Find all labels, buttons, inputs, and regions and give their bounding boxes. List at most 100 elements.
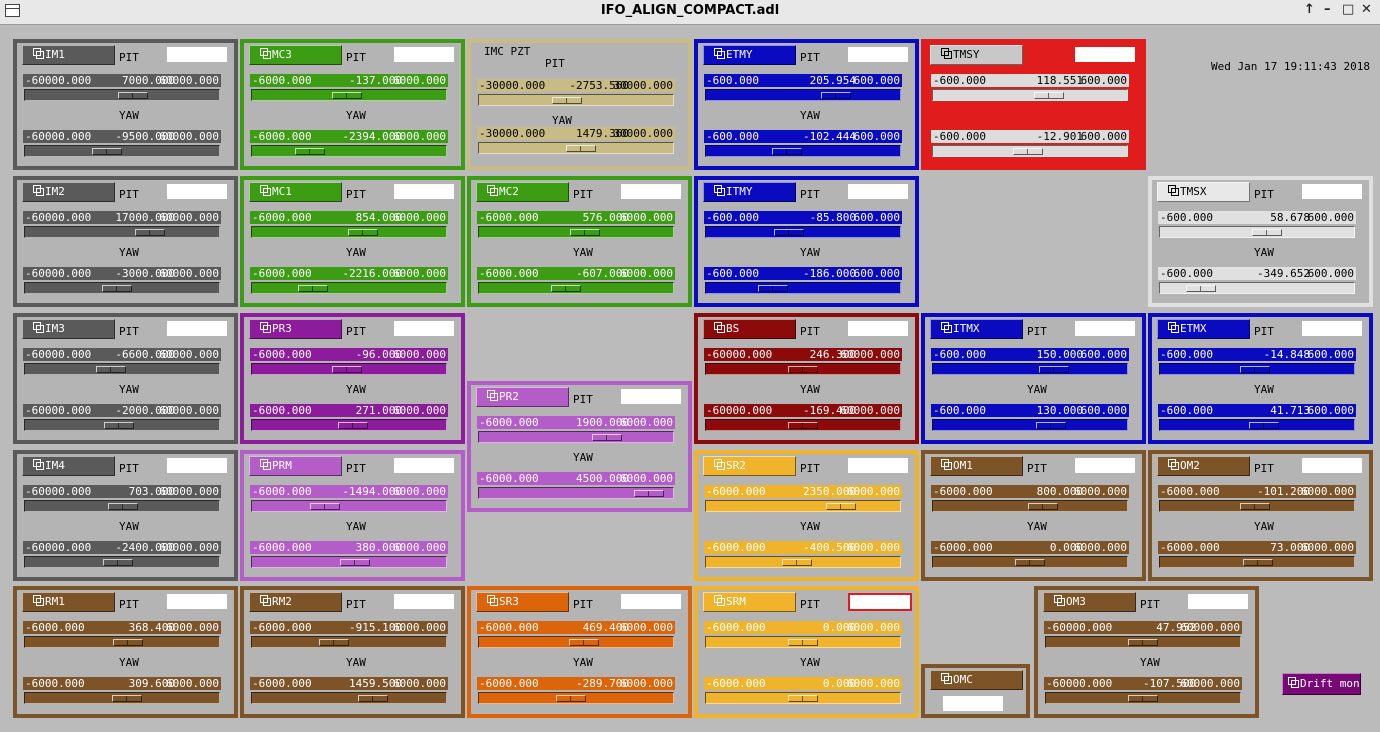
srm-pit-track[interactable] xyxy=(705,636,901,648)
srm-button[interactable]: SRM xyxy=(703,592,796,612)
om3-button[interactable]: OM3 xyxy=(1043,592,1136,612)
sr2-yaw-thumb[interactable] xyxy=(781,559,812,566)
im1-pit-thumb[interactable] xyxy=(118,92,149,99)
srm-yaw-thumb[interactable] xyxy=(788,695,818,702)
etmy-pit-track[interactable] xyxy=(705,89,901,101)
bs-pit-thumb[interactable] xyxy=(788,366,819,373)
im2-yaw-slider[interactable]: -60000.000 -3000.000 60000.000 xyxy=(23,267,221,294)
tmsx-pit-thumb[interactable] xyxy=(1251,229,1282,236)
mc1-button[interactable]: MC1 xyxy=(249,182,342,202)
pr3-pit-slider[interactable]: -6000.000 -96.000 6000.000 xyxy=(250,348,448,375)
im2-button[interactable]: IM2 xyxy=(22,182,115,202)
sr2-pit-thumb[interactable] xyxy=(826,503,857,510)
rm2-yaw-slider[interactable]: -6000.000 1459.500 6000.000 xyxy=(250,677,448,704)
tmsx-pit-track[interactable] xyxy=(1159,226,1355,238)
etmy-yaw-thumb[interactable] xyxy=(771,148,802,155)
sr3-yaw-thumb[interactable] xyxy=(556,695,587,702)
tmsy-yaw-thumb[interactable] xyxy=(1012,148,1043,155)
itmy-yaw-slider[interactable]: -600.000 -186.000 600.000 xyxy=(704,267,902,294)
rm2-yaw-thumb[interactable] xyxy=(357,695,388,702)
mc3-button[interactable]: MC3 xyxy=(249,45,342,65)
tmsx-yaw-slider[interactable]: -600.000 -349.652 600.000 xyxy=(1158,267,1356,294)
mc2-pit-track[interactable] xyxy=(478,226,674,238)
im4-button[interactable]: IM4 xyxy=(22,456,115,476)
maximize-icon[interactable]: □ xyxy=(1342,2,1354,17)
tmsy-button[interactable]: TMSY xyxy=(930,45,1023,65)
om3-pit-track[interactable] xyxy=(1045,636,1241,648)
rm1-button[interactable]: RM1 xyxy=(22,592,115,612)
itmx-button[interactable]: ITMX xyxy=(930,319,1023,339)
rm2-yaw-track[interactable] xyxy=(251,692,447,704)
bs-yaw-slider[interactable]: -60000.000 -169.400 60000.000 xyxy=(704,404,902,431)
om1-pit-thumb[interactable] xyxy=(1027,503,1058,510)
sr2-pit-track[interactable] xyxy=(705,500,901,512)
rm2-pit-track[interactable] xyxy=(251,636,447,648)
imcpzt-pit-track[interactable] xyxy=(478,94,674,106)
etmx-button[interactable]: ETMX xyxy=(1157,319,1250,339)
om3-yaw-slider[interactable]: -60000.000 -107.500 60000.000 xyxy=(1044,677,1242,704)
itmx-yaw-slider[interactable]: -600.000 130.000 600.000 xyxy=(931,404,1129,431)
pr3-pit-thumb[interactable] xyxy=(332,366,363,373)
mc2-yaw-thumb[interactable] xyxy=(551,285,582,292)
rm1-yaw-thumb[interactable] xyxy=(112,695,143,702)
om2-yaw-track[interactable] xyxy=(1159,556,1355,568)
sr3-button[interactable]: SR3 xyxy=(476,592,569,612)
om1-yaw-thumb[interactable] xyxy=(1015,559,1045,566)
im4-yaw-thumb[interactable] xyxy=(103,559,134,566)
etmy-button[interactable]: ETMY xyxy=(703,45,796,65)
bs-pit-slider[interactable]: -60000.000 246.300 60000.000 xyxy=(704,348,902,375)
rm2-button[interactable]: RM2 xyxy=(249,592,342,612)
om1-pit-slider[interactable]: -6000.000 800.000 6000.000 xyxy=(931,485,1129,512)
keep-above-icon[interactable]: ↑ xyxy=(1304,2,1315,17)
prm-yaw-slider[interactable]: -6000.000 380.000 6000.000 xyxy=(250,541,448,568)
pr2-pit-slider[interactable]: -6000.000 1900.000 6000.000 xyxy=(477,416,675,443)
tmsy-pit-track[interactable] xyxy=(932,89,1128,101)
rm1-pit-track[interactable] xyxy=(24,636,220,648)
im1-yaw-slider[interactable]: -60000.000 -9500.000 60000.000 xyxy=(23,130,221,157)
om1-pit-track[interactable] xyxy=(932,500,1128,512)
im1-button[interactable]: IM1 xyxy=(22,45,115,65)
mc1-pit-thumb[interactable] xyxy=(347,229,378,236)
mc3-pit-slider[interactable]: -6000.000 -137.000 6000.000 xyxy=(250,74,448,101)
mc3-yaw-thumb[interactable] xyxy=(295,148,326,155)
rm2-pit-slider[interactable]: -6000.000 -915.100 6000.000 xyxy=(250,621,448,648)
rm1-yaw-track[interactable] xyxy=(24,692,220,704)
imcpzt-yaw-thumb[interactable] xyxy=(565,145,596,152)
om1-yaw-slider[interactable]: -6000.000 0.000 6000.000 xyxy=(931,541,1129,568)
omc-button[interactable]: OMC xyxy=(930,670,1023,690)
close-icon[interactable]: ✕ xyxy=(1361,2,1372,17)
tmsx-pit-slider[interactable]: -600.000 58.678 600.000 xyxy=(1158,211,1356,238)
om2-button[interactable]: OM2 xyxy=(1157,456,1250,476)
im4-yaw-slider[interactable]: -60000.000 -2400.000 60000.000 xyxy=(23,541,221,568)
minimize-icon[interactable]: – xyxy=(1324,2,1331,17)
itmy-pit-thumb[interactable] xyxy=(774,229,805,236)
pr2-yaw-slider[interactable]: -6000.000 4500.000 6000.000 xyxy=(477,472,675,499)
tmsy-yaw-track[interactable] xyxy=(932,145,1128,157)
etmy-yaw-slider[interactable]: -600.000 -102.444 600.000 xyxy=(704,130,902,157)
mc1-pit-track[interactable] xyxy=(251,226,447,238)
sr3-pit-thumb[interactable] xyxy=(568,639,599,646)
etmx-pit-track[interactable] xyxy=(1159,363,1355,375)
mc2-pit-thumb[interactable] xyxy=(570,229,601,236)
im2-yaw-track[interactable] xyxy=(24,282,220,294)
prm-yaw-thumb[interactable] xyxy=(340,559,371,566)
im4-pit-slider[interactable]: -60000.000 703.000 60000.000 xyxy=(23,485,221,512)
om3-pit-slider[interactable]: -60000.000 47.952 60000.000 xyxy=(1044,621,1242,648)
tmsx-yaw-track[interactable] xyxy=(1159,282,1355,294)
srm-yaw-track[interactable] xyxy=(705,692,901,704)
sr3-pit-slider[interactable]: -6000.000 469.400 6000.000 xyxy=(477,621,675,648)
srm-yaw-slider[interactable]: -6000.000 0.000 6000.000 xyxy=(704,677,902,704)
etmx-pit-thumb[interactable] xyxy=(1239,366,1270,373)
etmy-pit-slider[interactable]: -600.000 205.954 600.000 xyxy=(704,74,902,101)
om2-pit-track[interactable] xyxy=(1159,500,1355,512)
imcpzt-yaw-slider[interactable]: -30000.000 1479.360 30000.000 xyxy=(477,127,675,154)
mc2-yaw-slider[interactable]: -6000.000 -607.000 6000.000 xyxy=(477,267,675,294)
im1-pit-slider[interactable]: -60000.000 7000.000 60000.000 xyxy=(23,74,221,101)
mc2-button[interactable]: MC2 xyxy=(476,182,569,202)
mc3-pit-track[interactable] xyxy=(251,89,447,101)
etmx-yaw-thumb[interactable] xyxy=(1248,422,1279,429)
etmx-yaw-slider[interactable]: -600.000 41.713 600.000 xyxy=(1158,404,1356,431)
pr2-button[interactable]: PR2 xyxy=(476,387,569,407)
srm-pit-thumb[interactable] xyxy=(788,639,818,646)
om1-button[interactable]: OM1 xyxy=(930,456,1023,476)
